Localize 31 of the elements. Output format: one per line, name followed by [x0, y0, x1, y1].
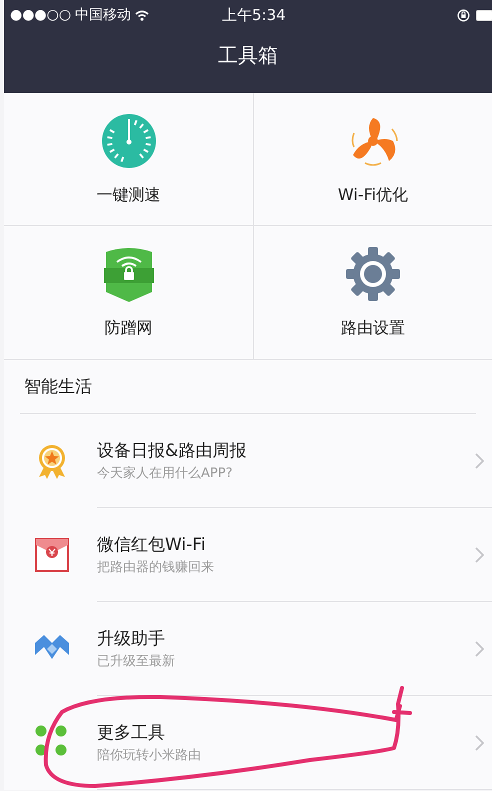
- feature-subtitle: 陪你玩转小米路由: [97, 747, 202, 764]
- feature-title: 设备日报&路由周报: [97, 440, 248, 462]
- tool-tile[interactable]: 防蹭网: [4, 226, 254, 359]
- tool-tile[interactable]: 路由设置: [254, 226, 492, 359]
- gear-icon: [345, 246, 401, 302]
- feature-row[interactable]: 微信红包Wi-Fi 把路由器的钱赚回来: [4, 508, 492, 602]
- rotation-lock-icon: [457, 8, 470, 22]
- speedometer-icon: [100, 113, 156, 169]
- feature-title: 微信红包Wi-Fi: [97, 534, 207, 556]
- chevron-right-icon: [475, 452, 484, 468]
- feature-title: 升级助手: [97, 628, 166, 650]
- feature-row[interactable]: 更多工具 陪你玩转小米路由: [4, 696, 492, 790]
- signal-dots: ●●●○○: [10, 7, 72, 23]
- feature-title: 更多工具: [97, 722, 166, 744]
- feature-subtitle: 今天家人在用什么APP?: [97, 465, 234, 482]
- battery-icon: [476, 10, 492, 20]
- feature-row[interactable]: 升级助手 已升级至最新: [4, 602, 492, 696]
- section-title: 智能生活: [24, 376, 92, 398]
- chevron-right-icon: [475, 734, 484, 750]
- status-time: 上午5:34: [222, 6, 286, 25]
- feature-row[interactable]: 设备日报&路由周报 今天家人在用什么APP?: [4, 414, 492, 508]
- carrier-name: 中国移动: [75, 6, 132, 24]
- wifi-icon: [135, 10, 150, 20]
- chevron-right-icon: [475, 546, 484, 562]
- feature-subtitle: 已升级至最新: [97, 653, 176, 670]
- chevron-right-icon: [475, 640, 484, 656]
- tool-tile[interactable]: Wi-Fi优化: [254, 93, 492, 226]
- tool-tile[interactable]: 一键测速: [4, 93, 254, 226]
- page-title: 工具箱: [218, 42, 278, 69]
- feature-subtitle: 把路由器的钱赚回来: [97, 559, 215, 576]
- envelope-icon: [35, 536, 69, 574]
